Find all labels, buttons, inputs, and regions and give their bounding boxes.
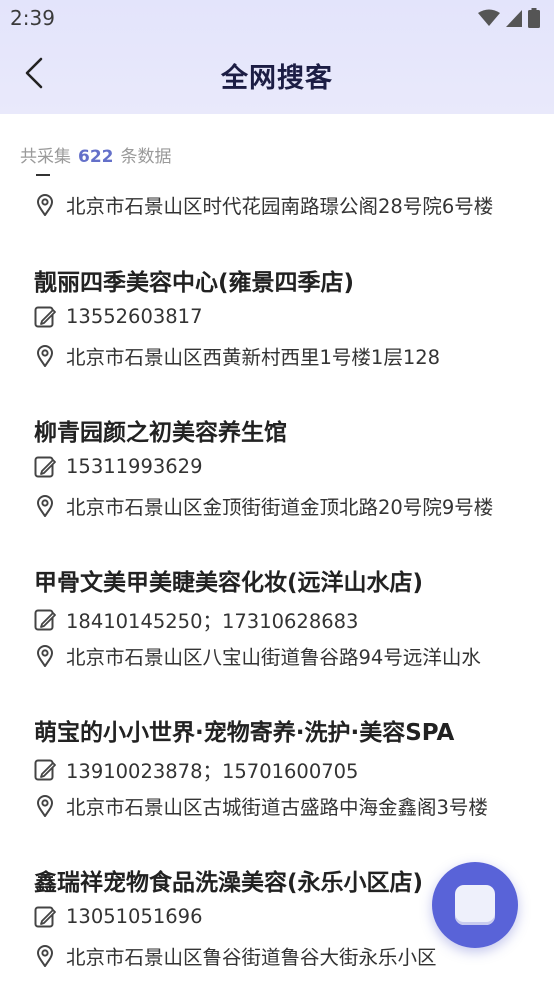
floating-assistant-icon [455,885,495,925]
partial-item-address-row[interactable]: 北京市石景山区时代花园南路璟公阁28号院6号楼 [34,190,493,219]
collection-summary: 共采集 622 条数据 [20,142,172,167]
location-pin-icon [34,193,56,216]
location-pin-icon [34,494,56,517]
summary-suffix: 条数据 [120,147,172,167]
summary-count: 622 [78,147,114,167]
note-edit-icon [34,609,56,631]
list-item-phone-row[interactable]: 18410145250；17310628683 [34,605,358,634]
title-bar: 全网搜客 [0,38,554,114]
note-edit-icon [34,306,56,328]
list-item-phone-row[interactable]: 15311993629 [34,455,202,478]
location-pin-icon [34,944,56,967]
list-item-address-row[interactable]: 北京市石景山区金顶街街道金顶北路20号院9号楼 [34,491,493,520]
address-text: 北京市石景山区时代花园南路璟公阁28号院6号楼 [66,195,494,218]
location-pin-icon [34,344,56,367]
phone-text: 13910023878；15701600705 [66,760,359,783]
list-item-phone-row[interactable]: 13051051696 [34,905,202,928]
list-item-address-row[interactable]: 北京市石景山区鲁谷街道鲁谷大街永乐小区 [34,941,437,970]
list-item-address-row[interactable]: 北京市石景山区八宝山街道鲁谷路94号远洋山水 [34,641,481,670]
list-item-title[interactable]: 靓丽四季美容中心(雍景四季店) [34,263,354,297]
list-item-title[interactable]: 鑫瑞祥宠物食品洗澡美容(永乐小区店) [34,863,423,897]
address-text: 北京市石景山区古城街道古盛路中海金鑫阁3号楼 [66,796,488,819]
list-item-title[interactable]: 甲骨文美甲美睫美容化妆(远洋山水店) [34,563,423,597]
address-text: 北京市石景山区西黄新村西里1号楼1层128 [66,346,441,369]
location-pin-icon [34,644,56,667]
status-icons [478,8,540,32]
signal-icon [506,9,522,31]
phone-text: 15311993629 [66,455,203,478]
phone-text: 13051051696 [66,905,203,928]
top-bar: 2:39 全网搜客 [0,0,554,114]
note-edit-icon [34,456,56,478]
list-item-address-row[interactable]: 北京市石景山区西黄新村西里1号楼1层128 [34,341,440,370]
partial-item-edge [36,174,50,176]
list-item-phone-row[interactable]: 13552603817 [34,305,202,328]
page-title: 全网搜客 [221,63,333,94]
battery-icon [528,8,540,32]
list-item-title[interactable]: 萌宝的小小世界·宠物寄养·洗护·美容SPA [34,713,454,747]
status-bar: 2:39 [0,0,554,38]
list-item-phone-row[interactable]: 13910023878；15701600705 [34,755,358,784]
wifi-icon [478,9,500,31]
note-edit-icon [34,906,56,928]
floating-assistant-button[interactable] [432,862,518,948]
location-pin-icon [34,794,56,817]
note-edit-icon [34,759,56,781]
address-text: 北京市石景山区鲁谷街道鲁谷大街永乐小区 [66,946,437,969]
phone-text: 18410145250；17310628683 [66,610,359,633]
list-item-address-row[interactable]: 北京市石景山区古城街道古盛路中海金鑫阁3号楼 [34,791,488,820]
address-text: 北京市石景山区八宝山街道鲁谷路94号远洋山水 [66,646,481,669]
summary-prefix: 共采集 [20,147,71,167]
list-item-title[interactable]: 柳青园颜之初美容养生馆 [34,413,287,447]
address-text: 北京市石景山区金顶街街道金顶北路20号院9号楼 [66,496,494,519]
phone-text: 13552603817 [66,305,203,328]
status-time: 2:39 [10,6,55,30]
